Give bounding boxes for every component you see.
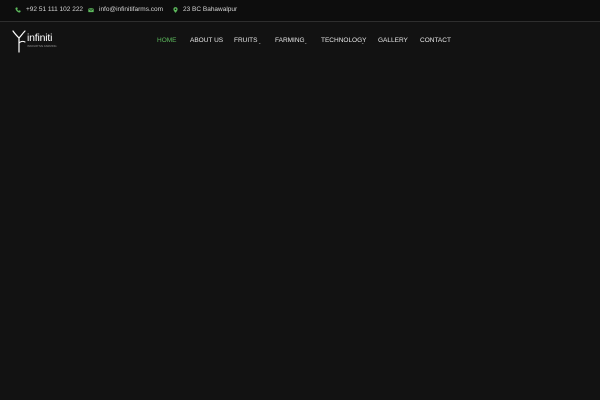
logo-tagline: INNOVATIVE FARMING <box>27 45 57 48</box>
envelope-icon <box>88 8 94 13</box>
chevron-down-icon[interactable]: ⌄ <box>304 41 307 45</box>
nav-gallery[interactable]: GALLERY <box>378 37 408 45</box>
nav-home[interactable]: HOME <box>157 37 177 45</box>
logo[interactable]: infiniti INNOVATIVE FARMING <box>11 30 57 56</box>
contact-email[interactable]: info@infinitifarms.com <box>88 6 164 14</box>
map-pin-icon <box>173 7 178 14</box>
email-address: info@infinitifarms.com <box>99 6 164 13</box>
contact-phone[interactable]: +92 51 111 102 222 <box>15 6 84 14</box>
logo-mark-icon <box>12 30 26 53</box>
logo-text: infiniti <box>27 32 53 44</box>
address-text: 23 BC Bahawalpur <box>183 6 238 13</box>
main-header: infiniti INNOVATIVE FARMING HOME ABOUT U… <box>0 22 600 62</box>
hero-area <box>0 62 600 400</box>
nav-farming[interactable]: FARMING <box>275 37 305 45</box>
contact-address[interactable]: 23 BC Bahawalpur <box>173 6 238 14</box>
nav-about-us[interactable]: ABOUT US <box>190 37 223 45</box>
nav-contact[interactable]: CONTACT <box>420 37 451 45</box>
page: +92 51 111 102 222 info@infinitifarms.co… <box>0 0 600 400</box>
phone-number: +92 51 111 102 222 <box>26 6 84 13</box>
nav-technology[interactable]: TECHNOLOGY <box>321 37 367 45</box>
chevron-down-icon[interactable]: ⌄ <box>258 41 261 45</box>
nav-fruits[interactable]: FRUITS <box>234 37 257 45</box>
phone-icon <box>15 7 21 13</box>
chevron-down-icon[interactable]: ⌄ <box>361 41 364 45</box>
top-contact-bar: +92 51 111 102 222 info@infinitifarms.co… <box>0 0 600 22</box>
